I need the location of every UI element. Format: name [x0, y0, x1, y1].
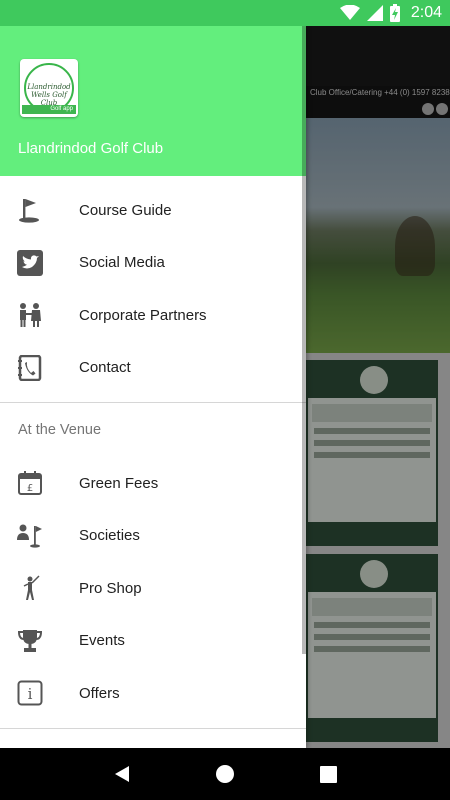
menu-item-societies[interactable]: Societies [0, 510, 306, 563]
twitter-icon [0, 249, 79, 276]
menu-label: Course Guide [79, 201, 172, 219]
recents-icon [319, 765, 337, 783]
menu-item-offers[interactable]: i Offers [0, 667, 306, 720]
calendar-pound-icon: £ [0, 470, 79, 496]
battery-charging-icon [389, 4, 400, 22]
back-icon [114, 766, 129, 782]
svg-text:i: i [28, 685, 33, 703]
menu-item-contact[interactable]: Contact [0, 342, 306, 395]
navigation-drawer: Llandrindod Wells Golf Club Golf app Lla… [0, 26, 306, 748]
home-icon [215, 765, 234, 783]
menu-item-corporate-partners[interactable]: Corporate Partners [0, 289, 306, 342]
logo-ribbon: Golf app [22, 105, 76, 114]
golf-flag-icon [0, 197, 79, 223]
drawer-scrollbar[interactable] [302, 26, 306, 654]
recents-button[interactable] [308, 754, 348, 794]
back-button[interactable] [102, 754, 142, 794]
menu-label: Green Fees [79, 474, 159, 492]
menu-label: Events [79, 632, 125, 650]
status-icons: 2:04 [339, 3, 442, 23]
svg-text:£: £ [27, 483, 33, 494]
menu-label: Corporate Partners [79, 306, 207, 324]
menu-label: Pro Shop [79, 579, 142, 597]
section-divider [0, 727, 306, 729]
club-logo: Llandrindod Wells Golf Club Golf app [20, 59, 78, 117]
menu-item-green-fees[interactable]: £ Green Fees [0, 457, 306, 510]
section-header-at-the-venue: At the Venue [18, 422, 102, 438]
menu-item-pro-shop[interactable]: Pro Shop [0, 562, 306, 615]
status-time: 2:04 [410, 4, 442, 21]
menu-item-events[interactable]: Events [0, 615, 306, 668]
logo-text: Llandrindod Wells Golf Club [27, 83, 71, 107]
golfer-icon [0, 575, 79, 601]
menu-label: Offers [79, 684, 120, 702]
menu-item-social-media[interactable]: Social Media [0, 237, 306, 290]
wifi-icon [339, 5, 360, 20]
primary-menu: Course Guide Social Media Corporate Part… [0, 176, 306, 402]
menu-label: Societies [79, 527, 140, 545]
drawer-header: Llandrindod Wells Golf Club Golf app Lla… [0, 26, 306, 176]
venue-menu: £ Green Fees Societies Pro Shop Events i [0, 457, 306, 720]
group-flag-icon [0, 523, 79, 549]
menu-label: Contact [79, 359, 131, 377]
club-name: Llandrindod Golf Club [18, 140, 164, 157]
menu-item-course-guide[interactable]: Course Guide [0, 184, 306, 237]
partners-icon [0, 302, 79, 328]
contact-book-icon [0, 354, 79, 381]
menu-label: Social Media [79, 254, 165, 272]
trophy-icon [0, 628, 79, 654]
home-button[interactable] [205, 754, 245, 794]
status-bar: 2:04 [0, 0, 450, 26]
info-icon: i [0, 680, 79, 706]
cell-signal-icon [366, 5, 383, 21]
system-navigation-bar [0, 748, 450, 800]
